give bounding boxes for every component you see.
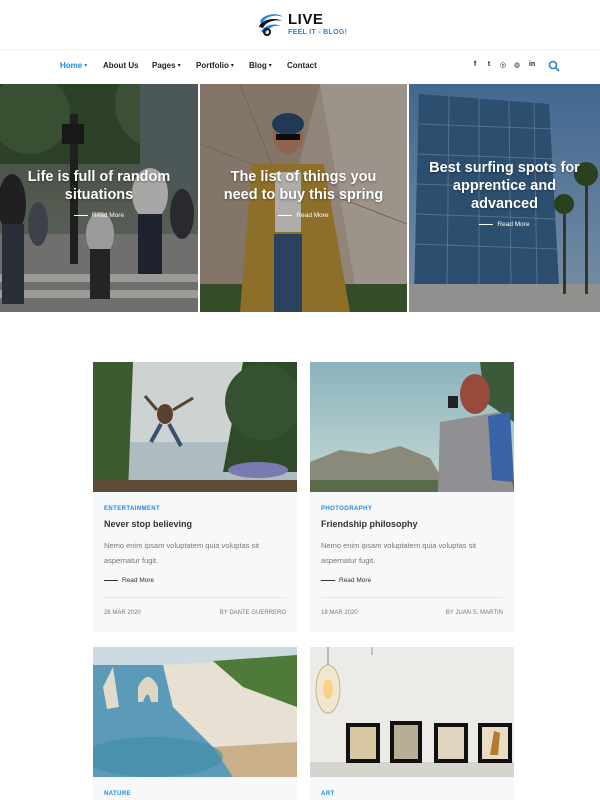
hero-slide[interactable]: The list of things you need to buy this …	[200, 84, 407, 312]
read-more-link[interactable]: Read More	[321, 577, 371, 584]
read-more-link[interactable]: Read More	[104, 577, 154, 584]
photographer-photo	[310, 362, 514, 492]
read-more-link[interactable]: Read More	[200, 212, 407, 219]
post-category[interactable]: NATURE	[104, 791, 131, 797]
excerpt-line: Nemo enim ipsam voluptatem quia voluptas…	[321, 541, 477, 550]
main-navigation: Home ▾ About Us Pages ▾ Portfolio ▾ Blog ▾ C…	[0, 51, 600, 83]
post-title[interactable]: Never stop believing	[104, 519, 192, 529]
slide-title-line: The list of things you	[230, 169, 377, 185]
slide-title[interactable]: Best surfing spots for apprentice and ad…	[409, 159, 600, 213]
twitter-icon[interactable]: t	[484, 61, 494, 68]
nav-label: Portfolio	[196, 61, 229, 70]
instagram-icon[interactable]: ◎	[498, 61, 508, 69]
chevron-down-icon: ▾	[84, 63, 88, 69]
nav-item-portfolio[interactable]: Portfolio ▾	[196, 61, 234, 70]
post-thumbnail[interactable]	[93, 647, 297, 777]
post-card: NATURE	[93, 647, 297, 800]
post-title[interactable]: Friendship philosophy	[321, 519, 418, 529]
logo-swirl-icon	[259, 14, 283, 36]
divider-line	[278, 215, 293, 216]
gallery-wall-photo	[310, 647, 514, 777]
nav-item-about[interactable]: About Us	[103, 61, 139, 70]
hero-slide[interactable]: Best surfing spots for apprentice and ad…	[409, 84, 600, 312]
slide-title-line: Life is full of random	[27, 169, 171, 185]
slide-title-line: advanced	[471, 196, 538, 212]
excerpt-line: aspernatur fugit.	[104, 556, 159, 565]
nav-label: Blog	[249, 61, 267, 70]
facebook-icon[interactable]: f	[470, 61, 480, 68]
post-card: ENTERTAINMENT Never stop believing Nemo …	[93, 362, 297, 632]
divider-line	[104, 580, 118, 581]
post-date: 18 MAR 2020	[321, 610, 358, 616]
post-card: PHOTOGRAPHY Friendship philosophy Nemo e…	[310, 362, 514, 632]
read-more-label: Read More	[296, 212, 329, 219]
read-more-label: Read More	[339, 577, 372, 584]
nav-item-pages[interactable]: Pages ▾	[152, 61, 181, 70]
chevron-down-icon: ▾	[268, 63, 272, 69]
excerpt-line: aspernatur fugit.	[321, 556, 376, 565]
post-thumbnail[interactable]	[310, 647, 514, 777]
post-thumbnail[interactable]	[310, 362, 514, 492]
post-category[interactable]: ART	[321, 791, 335, 797]
hero-slide[interactable]: Life is full of random situations Read M…	[0, 84, 198, 312]
read-more-link[interactable]: Read More	[409, 221, 600, 228]
hero-slider: Life is full of random situations Read M…	[0, 84, 600, 312]
linkedin-icon[interactable]: in	[527, 61, 537, 68]
nav-item-contact[interactable]: Contact	[287, 61, 317, 70]
nav-label: Home	[60, 61, 83, 70]
slide-title-line: need to buy this spring	[223, 187, 384, 203]
search-icon[interactable]	[548, 60, 560, 72]
read-more-label: Read More	[497, 221, 530, 228]
cliffs-photo	[93, 647, 297, 777]
post-category[interactable]: ENTERTAINMENT	[104, 506, 160, 512]
slide-title-line: Best surfing spots for	[429, 160, 580, 176]
divider-line	[321, 580, 335, 581]
chevron-down-icon: ▾	[177, 63, 181, 69]
post-author[interactable]: BY DANTE GUERRERO	[220, 610, 286, 616]
card-divider	[321, 597, 503, 598]
slide-title[interactable]: Life is full of random situations	[0, 168, 198, 204]
chevron-down-icon: ▾	[230, 63, 234, 69]
nav-item-home[interactable]: Home ▾	[60, 61, 87, 70]
post-excerpt: Nemo enim ipsam voluptatem quia voluptas…	[321, 538, 507, 568]
read-more-link[interactable]: Read More	[0, 212, 198, 219]
post-thumbnail[interactable]	[93, 362, 297, 492]
post-category[interactable]: PHOTOGRAPHY	[321, 506, 372, 512]
divider-line	[73, 215, 88, 216]
nav-item-blog[interactable]: Blog ▾	[249, 61, 272, 70]
card-divider	[104, 597, 286, 598]
nav-label: Pages	[152, 61, 176, 70]
nav-label: Contact	[287, 61, 317, 70]
slide-title-line: situations	[64, 187, 134, 203]
post-date: 26 MAR 2020	[104, 610, 141, 616]
post-author[interactable]: BY JUAN S. MARTIN	[446, 610, 503, 616]
jumping-person-photo	[93, 362, 297, 492]
divider-line	[479, 224, 494, 225]
read-more-label: Read More	[122, 577, 155, 584]
slide-title[interactable]: The list of things you need to buy this …	[200, 168, 407, 204]
nav-label: About Us	[103, 61, 139, 70]
post-excerpt: Nemo enim ipsam voluptatem quia voluptas…	[104, 538, 290, 568]
brand-title: LIVE	[288, 11, 324, 28]
brand-tagline: FEEL IT - BLOG!	[288, 29, 348, 36]
site-logo[interactable]: LIVE FEEL IT - BLOG!	[256, 10, 347, 38]
read-more-label: Read More	[91, 212, 125, 219]
post-card: ART	[310, 647, 514, 800]
excerpt-line: Nemo enim ipsam voluptatem quia voluptas…	[104, 541, 260, 550]
site-header: LIVE FEEL IT - BLOG!	[0, 0, 600, 50]
dribbble-icon[interactable]: ◍	[512, 61, 522, 69]
slide-title-line: apprentice and	[452, 178, 557, 194]
